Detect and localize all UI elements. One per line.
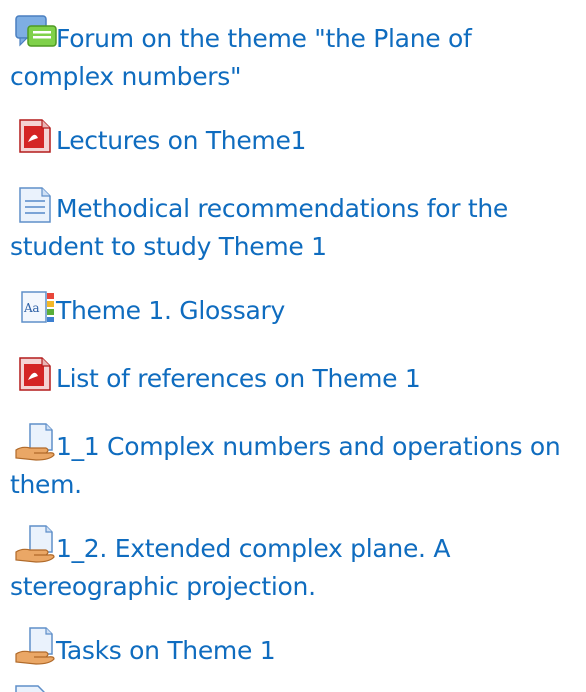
activity-label: Theme 1. Glossary xyxy=(56,296,285,325)
activity-label: Lectures on Theme1 xyxy=(56,126,307,155)
pdf-icon xyxy=(10,119,56,160)
glossary-icon: Aa xyxy=(10,291,56,330)
assignment-icon xyxy=(10,525,56,568)
document-icon xyxy=(12,684,52,692)
activity-methodical-link[interactable]: Methodical recommendations for the stude… xyxy=(10,187,582,266)
activity-assignment-1-2-link[interactable]: 1_2. Extended complex plane. A stereogra… xyxy=(10,525,582,606)
pdf-icon xyxy=(10,357,56,398)
activity-label: 1_2. Extended complex plane. A stereogra… xyxy=(10,534,451,601)
activity-lectures-link[interactable]: Lectures on Theme1 xyxy=(10,119,582,160)
activity-label: Methodical recommendations for the stude… xyxy=(10,194,508,261)
activity-references-link[interactable]: List of references on Theme 1 xyxy=(10,357,582,398)
forum-icon xyxy=(10,15,57,58)
assignment-icon xyxy=(10,627,56,670)
document-icon xyxy=(10,187,56,228)
activity-tasks-link[interactable]: Tasks on Theme 1 xyxy=(10,627,582,670)
activity-label: 1_1 Complex numbers and operations on th… xyxy=(10,432,561,499)
activity-label: Tasks on Theme 1 xyxy=(56,636,276,665)
activity-label: List of references on Theme 1 xyxy=(56,364,421,393)
activity-label: Forum on the theme "the Plane of complex… xyxy=(10,24,472,91)
activity-glossary-link[interactable]: Aa Theme 1. Glossary xyxy=(10,291,582,330)
assignment-icon xyxy=(10,423,56,466)
activity-assignment-1-1-link[interactable]: 1_1 Complex numbers and operations on th… xyxy=(10,423,582,504)
svg-text:Aa: Aa xyxy=(23,301,39,315)
activity-forum-link[interactable]: Forum on the theme "the Plane of complex… xyxy=(10,15,582,96)
